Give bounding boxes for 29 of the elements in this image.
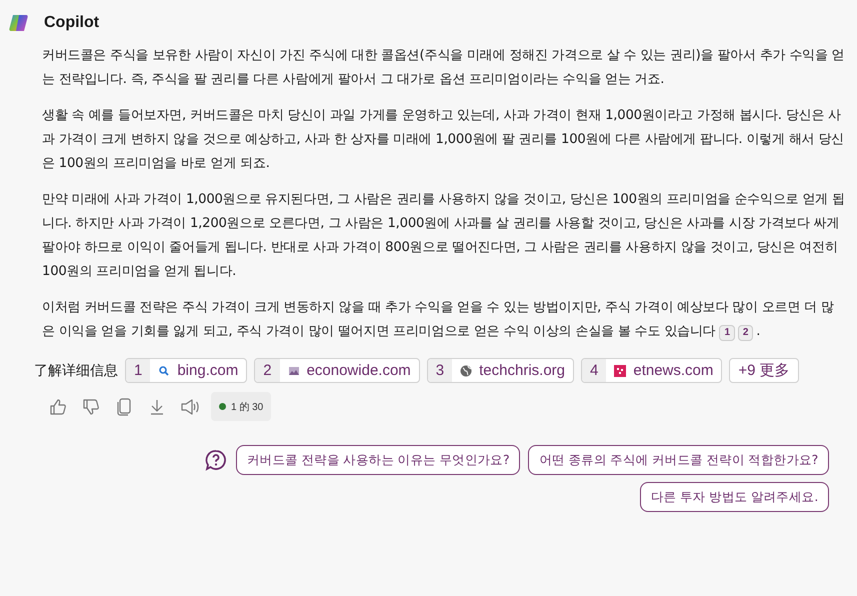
more-sources-button[interactable]: +9 更多 (729, 358, 799, 383)
learn-more-label: 了解详细信息 (34, 362, 118, 380)
answer-paragraph: 이처럼 커버드콜 전략은 주식 가격이 크게 변동하지 않을 때 추가 수익을 얻을 수 있는 방법이지만, 주식 가격이 예상보다 많이 오르면 더 많은 이익을 얻을 기회를 잃게 되고, 주식 가격이 많이 떨어지면 프리미엄으로 얻은 수익 이상의 손실을 볼 수도 있습니다 1 2 . (42, 299, 835, 343)
counter-text: 1 的 30 (231, 400, 264, 414)
answer-paragraph: 만약 미래에 사과 가격이 1,000원으로 유지된다면, 그 사람은 권리를 사용하지 않을 것이고, 당신은 100원의 프리미엄을 순수익으로 얻게 됩니다. 하지만 사과 가격이 1,200원으로 오른다면, 그 사람은 1,000원에 사과를 살 권리를 사용할 것이고, 당신은 사과를 시장 가격보다 싸게 팔아야 하므로 이익이 줄어들게 됩니다. 반대로 사과 가격이 800원으로 떨어진다면, 그 사람은 권리를 사용하지 않을 것이고, 당신은 여전히 100원의 프리미엄을 얻게 됩니다. (42, 191, 845, 281)
app-title: Copilot (44, 14, 100, 32)
source-number: 1 (126, 359, 150, 382)
answer-paragraph: 커버드콜은 주식을 보유한 사람이 자신이 가진 주식에 대한 콜옵션(주식을 미래에 정해진 가격으로 살 수 있는 권리)을 팔아서 추가 수익을 얻는 전략입니다. 즉, 주식을 팔 권리를 다른 사람에게 팔아서 그 대가로 옵션 프리미엄이라는 수익을 얻는 거죠. (42, 47, 845, 89)
source-link[interactable]: etnews.com (633, 362, 714, 379)
answer-paragraph: 생활 속 예를 들어보자면, 커버드콜은 마치 당신이 과일 가게를 운영하고 있는데, 사과 가격이 현재 1,000원이라고 가정해 봅시다. 당신은 사과 가격이 크게 변하지 않을 것으로 예상하고, 사과 한 상자를 미래에 1,000원에 팔 권리를 100원에 다른 사람에게 팝니다. 이렇게 해서 당신은 100원의 프리미엄을 바로 얻게 되죠. (42, 107, 845, 173)
source-link[interactable]: techchris.org (479, 362, 566, 379)
citation-link[interactable]: 1 (719, 325, 735, 341)
thumbs-down-icon[interactable] (81, 396, 101, 416)
speaker-icon[interactable] (180, 396, 200, 416)
source-number: 3 (428, 359, 452, 382)
globe-icon (460, 364, 472, 376)
source-link[interactable]: econowide.com (306, 362, 411, 379)
suggestion-button[interactable]: 어떤 종류의 주식에 커버드콜 전략이 적합한가요? (528, 445, 829, 475)
source-number: 2 (255, 359, 280, 382)
source-link[interactable]: bing.com (177, 362, 238, 379)
search-icon (158, 364, 170, 376)
source-number: 4 (582, 359, 606, 382)
square-icon (614, 364, 626, 376)
question-bubble-icon (204, 448, 228, 472)
suggestion-button[interactable]: 커버드콜 전략을 사용하는 이유는 무엇인가요? (236, 445, 520, 475)
citation-link[interactable]: 2 (738, 325, 754, 341)
suggestion-button[interactable]: 다른 투자 방법도 알려주세요. (640, 482, 829, 512)
thumbs-up-icon[interactable] (48, 396, 68, 416)
image-icon (288, 364, 300, 376)
